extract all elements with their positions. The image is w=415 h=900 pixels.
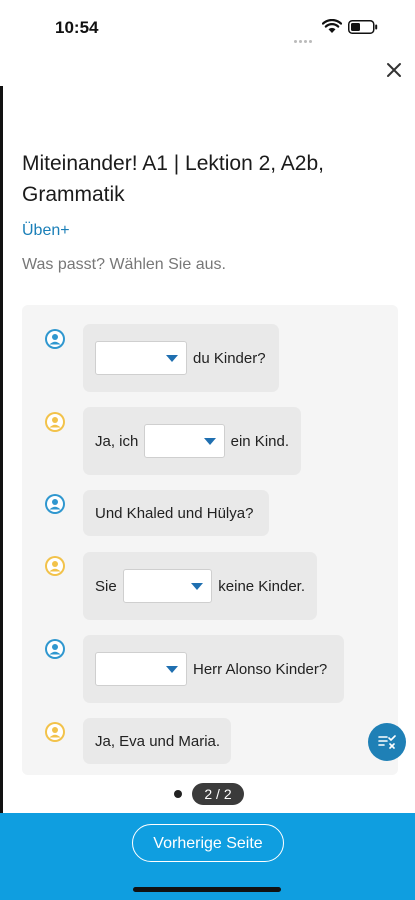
pager-dot[interactable]	[174, 790, 182, 798]
caret-down-icon	[166, 665, 178, 673]
caret-down-icon	[166, 354, 178, 362]
user-avatar-icon	[45, 412, 65, 432]
cellular-signal-icon	[294, 30, 316, 43]
close-button[interactable]	[382, 58, 406, 82]
user-avatar-icon	[45, 329, 65, 349]
caret-down-icon	[191, 582, 204, 590]
pager-indicator: 2 / 2	[192, 783, 244, 805]
page-title: Miteinander! A1 | Lektion 2, A2b, Gramma…	[22, 152, 324, 206]
status-time: 10:54	[55, 18, 99, 37]
answer-dropdown[interactable]	[95, 652, 187, 686]
message-text: Ja, ich	[95, 432, 139, 450]
message-text: Sie	[95, 577, 117, 595]
user-avatar-icon	[45, 639, 65, 659]
message-text: ein Kind.	[230, 432, 289, 450]
previous-page-button[interactable]: Vorherige Seite	[132, 824, 284, 862]
chat-bubble: Und Khaled und Hülya?	[83, 490, 269, 536]
chat-bubble: Sie keine Kinder.	[83, 552, 317, 620]
message-text: Ja, Eva und Maria.	[95, 732, 221, 750]
chat-bubble: Ja, ich ein Kind.	[83, 407, 301, 475]
home-indicator	[133, 887, 281, 892]
wifi-icon	[322, 19, 342, 33]
checklist-fab-button[interactable]	[368, 723, 406, 761]
footer-bar: Vorherige Seite	[0, 813, 415, 900]
user-avatar-icon	[45, 556, 65, 576]
answer-dropdown[interactable]	[122, 569, 213, 603]
left-border	[0, 86, 3, 900]
pager: 2 / 2	[0, 782, 415, 806]
uben-link[interactable]: Üben+	[22, 222, 70, 240]
chat-bubble: du Kinder?	[83, 324, 279, 392]
instruction-text: Was passt? Wählen Sie aus.	[22, 256, 226, 273]
caret-down-icon	[203, 437, 216, 445]
answer-dropdown[interactable]	[95, 341, 187, 375]
user-avatar-icon	[45, 494, 65, 514]
message-text: keine Kinder.	[218, 577, 305, 595]
message-text: du Kinder?	[193, 349, 266, 367]
answer-dropdown[interactable]	[144, 424, 225, 458]
status-bar: 10:54	[0, 0, 415, 56]
chat-bubble: Ja, Eva und Maria.	[83, 718, 231, 764]
checklist-icon	[378, 735, 396, 749]
message-text: Und Khaled und Hülya?	[95, 504, 254, 522]
message-text: Herr Alonso Kinder?	[193, 660, 328, 678]
chat-panel: du Kinder? Ja, ich ein Kind. Und Khaled …	[22, 305, 398, 775]
chat-bubble: Herr Alonso Kinder?	[83, 635, 344, 703]
user-avatar-icon	[45, 722, 65, 742]
close-icon	[387, 63, 401, 77]
battery-icon	[348, 20, 378, 34]
